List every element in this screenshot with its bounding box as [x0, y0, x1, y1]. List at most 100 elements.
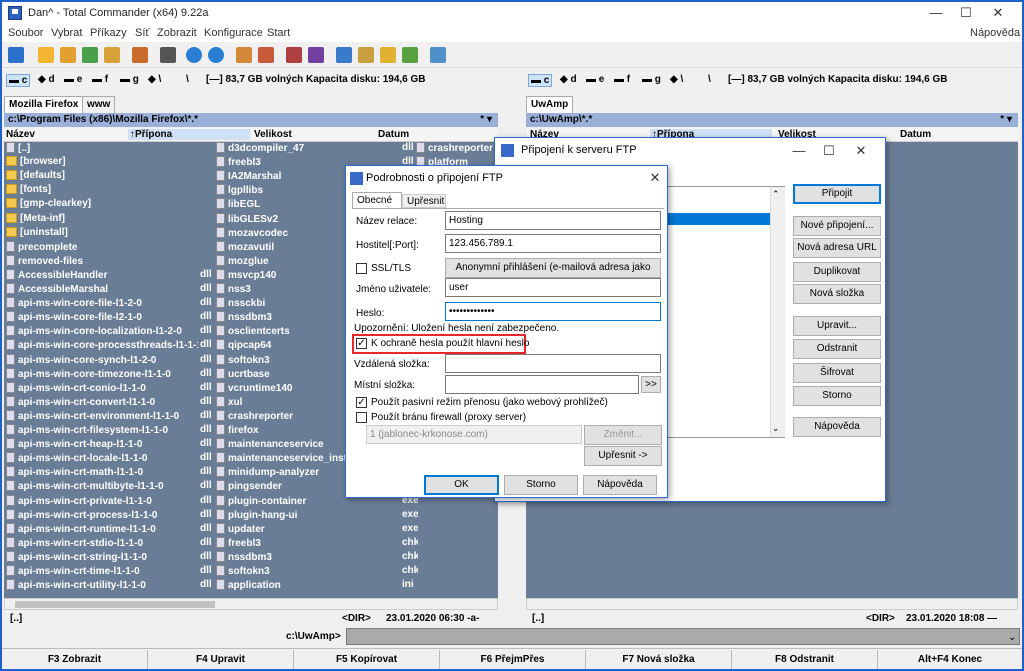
file-list-item[interactable]: api-ms-win-crt-process-l1-1-0 — [6, 508, 198, 523]
file-list-item[interactable]: freebl3 — [216, 536, 406, 551]
brief-view-icon[interactable] — [38, 47, 54, 63]
full-view-icon[interactable] — [60, 47, 76, 63]
user-input[interactable]: user — [445, 278, 661, 297]
firewall-checkbox[interactable] — [356, 412, 367, 423]
ftp-connect-icon[interactable] — [236, 47, 252, 63]
close-button[interactable]: ✕ — [982, 4, 1014, 22]
left-hscrollbar[interactable] — [4, 598, 498, 610]
ftp-connect-close[interactable]: ✕ — [847, 142, 875, 160]
anonymous-login-button[interactable]: Anonymní přihlášení (e-mailová adresa ja… — [445, 258, 661, 291]
file-list-item[interactable]: [..] — [6, 142, 198, 156]
menu-help[interactable]: Nápověda — [970, 27, 1020, 39]
advanced-button[interactable]: Upřesnit -> — [584, 446, 662, 466]
url-icon[interactable] — [308, 47, 324, 63]
proxy-select[interactable]: 1 (jablonec-krkonose.com) — [366, 425, 582, 444]
scroll-up-icon[interactable]: ⌃ — [772, 189, 780, 200]
left-drive-c[interactable]: ▬ c — [6, 74, 31, 87]
file-list-item[interactable]: [gmp-clearkey] — [6, 198, 198, 212]
file-list-item[interactable]: api-ms-win-crt-locale-l1-1-0 — [6, 452, 198, 466]
right-path-bar[interactable]: c:\UwAmp\*.* * ▾ — [526, 113, 1018, 127]
menu-start[interactable]: Start — [267, 27, 290, 39]
file-list-item[interactable]: api-ms-win-core-localization-l1-2-0 — [6, 325, 198, 339]
right-drive-d[interactable]: ◆ d — [560, 74, 577, 85]
cancel-button[interactable]: Storno — [504, 475, 578, 495]
file-list-item[interactable]: updater — [216, 522, 406, 537]
file-list-item[interactable]: api-ms-win-core-processthreads-l1-1-1 — [6, 339, 198, 353]
file-list-item[interactable]: [Meta-inf] — [6, 212, 198, 227]
rename-icon[interactable] — [358, 47, 374, 63]
file-list-item[interactable]: api-ms-win-core-synch-l1-2-0 — [6, 353, 198, 368]
f6-move-button[interactable]: F6 PřejmPřes — [440, 650, 586, 669]
local-folder-input[interactable] — [445, 375, 639, 394]
f5-copy-button[interactable]: F5 Kopírovat — [294, 650, 440, 669]
unpack-icon[interactable] — [160, 47, 176, 63]
host-input[interactable]: 123.456.789.1 — [445, 234, 661, 253]
browse-button[interactable]: >> — [641, 376, 661, 393]
menu-zobrazit[interactable]: Zobrazit — [157, 27, 197, 39]
duplicate-button[interactable]: Duplikovat — [793, 262, 881, 282]
remote-folder-input[interactable] — [445, 354, 661, 373]
back-icon[interactable] — [186, 47, 202, 63]
menu-vybrat[interactable]: Vybrat — [51, 27, 82, 39]
menu-soubor[interactable]: Soubor — [8, 27, 43, 39]
connect-help-button[interactable]: Nápověda — [793, 417, 881, 437]
f8-delete-button[interactable]: F8 Odstranit — [732, 650, 878, 669]
file-list-item[interactable]: api-ms-win-core-file-l2-1-0 — [6, 311, 198, 325]
cmd-dropdown-icon[interactable]: ⌄ — [1008, 632, 1016, 643]
ftp-connect-minimize[interactable]: — — [785, 142, 813, 160]
file-list-item[interactable]: [defaults] — [6, 170, 198, 184]
file-list-item[interactable]: api-ms-win-crt-utility-l1-1-0 — [6, 579, 198, 593]
f7-newfolder-button[interactable]: F7 Nová složka — [586, 650, 732, 669]
scroll-down-icon[interactable]: ⌄ — [772, 423, 780, 434]
file-list-item[interactable]: d3dcompiler_47 — [216, 142, 406, 156]
file-list-item[interactable]: [browser] — [6, 156, 198, 170]
file-list-item[interactable]: removed-files — [6, 254, 198, 269]
left-drive-d[interactable]: ◆ d — [38, 74, 55, 85]
file-list-item[interactable]: api-ms-win-crt-runtime-l1-1-0 — [6, 522, 198, 537]
tab-mozilla-firefox[interactable]: Mozilla Firefox — [4, 96, 84, 113]
cmd-input[interactable] — [346, 628, 1020, 645]
file-list-item[interactable]: api-ms-win-crt-time-l1-1-0 — [6, 565, 198, 579]
left-drive-network[interactable]: ◆ \ — [148, 74, 161, 85]
ftp-list-scrollbar[interactable] — [770, 187, 785, 437]
session-input[interactable]: Hosting — [445, 211, 661, 230]
col-size[interactable]: Velikost — [254, 129, 292, 140]
file-list-item[interactable]: api-ms-win-crt-string-l1-1-0 — [6, 550, 198, 565]
tab-www[interactable]: www — [82, 96, 116, 113]
menu-sit[interactable]: Síť — [135, 27, 150, 39]
left-hscroll-thumb[interactable] — [15, 601, 215, 608]
passive-mode-checkbox[interactable]: ✓ — [356, 397, 367, 408]
change-proxy-button[interactable]: Změnit... — [584, 425, 662, 445]
file-list-item[interactable]: api-ms-win-crt-private-l1-1-0 — [6, 494, 198, 509]
left-root-button[interactable]: \ — [186, 74, 189, 85]
ftp-details-close[interactable]: ✕ — [644, 169, 666, 187]
left-filter[interactable]: * ▾ — [480, 114, 492, 125]
file-list-item[interactable]: AccessibleHandler — [6, 268, 198, 283]
left-drive-e[interactable]: ▬ e — [64, 74, 82, 85]
ftp-connection-selected[interactable] — [668, 213, 770, 225]
ftp-connection-list[interactable]: ⌃ ⌄ — [667, 186, 785, 438]
search-icon[interactable] — [336, 47, 352, 63]
edit-button[interactable]: Upravit... — [793, 316, 881, 336]
tab-advanced[interactable]: Upřesnit — [402, 194, 446, 208]
file-list-item[interactable]: plugin-hang-ui — [216, 508, 406, 523]
file-list-item[interactable]: AccessibleMarshal — [6, 283, 198, 297]
right-drive-f[interactable]: ▬ f — [614, 74, 630, 85]
tree-icon[interactable] — [104, 47, 120, 63]
left-path-bar[interactable]: c:\Program Files (x86)\Mozilla Firefox\*… — [4, 113, 498, 127]
ssl-checkbox[interactable] — [356, 263, 367, 274]
file-list-item[interactable]: nssdbm3 — [216, 550, 406, 565]
file-list-item[interactable]: application — [216, 579, 406, 593]
file-list-item[interactable]: precomplete — [6, 240, 198, 255]
new-connection-button[interactable]: Nové připojení... — [793, 216, 881, 236]
connect-button[interactable]: Připojit — [793, 184, 881, 204]
ftp-new-icon[interactable] — [286, 47, 302, 63]
delete-button[interactable]: Odstranit — [793, 339, 881, 359]
f4-edit-button[interactable]: F4 Upravit — [148, 650, 294, 669]
encrypt-button[interactable]: Šifrovat — [793, 363, 881, 383]
notepad-icon[interactable] — [430, 47, 446, 63]
col-date[interactable]: Datum — [378, 129, 409, 140]
file-list-item[interactable]: [uninstall] — [6, 226, 198, 241]
tab-uwamp[interactable]: UwAmp — [526, 96, 574, 113]
right-drive-network[interactable]: ◆ \ — [670, 74, 683, 85]
